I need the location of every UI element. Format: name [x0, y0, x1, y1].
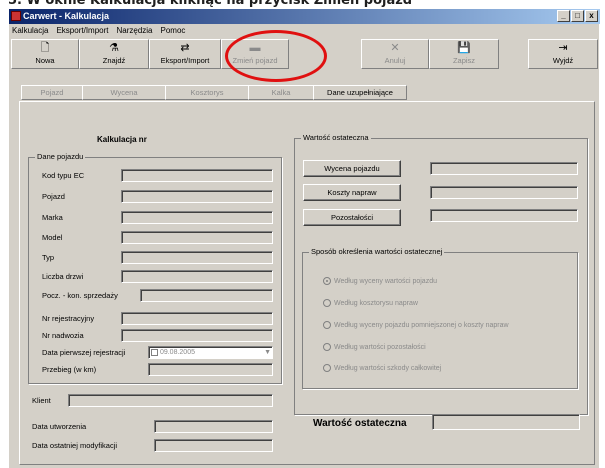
field-nr-rejestracyjny[interactable]	[121, 312, 273, 325]
menu-bar: Kalkulacja Eksport/Import Narzędzia Pomo…	[9, 25, 185, 37]
final-value-label: Wartość ostateczna	[313, 418, 407, 429]
label-data-pierwszej-rejestracji: Data pierwszej rejestracji	[42, 348, 126, 357]
window-title: Carwert - Kalkulacja	[23, 11, 110, 21]
radio-icon	[323, 343, 331, 351]
field-liczba-drzwi[interactable]	[121, 270, 273, 283]
method-label-repairs: Według kosztorysu napraw	[334, 299, 418, 307]
label-kod-typu-ec: Kod typu EC	[42, 171, 85, 180]
method-label-remains: Według wartości pozostałości	[334, 343, 426, 351]
field-przebieg[interactable]	[148, 363, 273, 376]
date-picker[interactable]: 09.08.2005 ▼	[148, 346, 273, 359]
tab-dane-uzupelniajace[interactable]: Dane uzupełniające	[313, 85, 407, 100]
tab-wycena[interactable]: Wycena	[82, 85, 166, 100]
tab-kalka[interactable]: Kalka	[248, 85, 314, 100]
new-button[interactable]: 🗋 Nowa	[11, 39, 79, 69]
final-value-legend: Wartość ostateczna	[301, 133, 371, 142]
title-bar: Carwert - Kalkulacja _ □ x	[9, 9, 600, 24]
export-import-button-label: Eksport/Import	[160, 56, 210, 65]
instruction-caption: 5. W oknie Kalkulacja kliknąć na przycis…	[8, 0, 413, 8]
field-model[interactable]	[121, 231, 273, 244]
label-data-utworzenia: Data utworzenia	[32, 422, 87, 431]
radio-icon	[323, 321, 331, 329]
cancel-icon: ✕	[390, 42, 400, 54]
method-label-reduced: Według wyceny pojazdu pomniejszonej o ko…	[334, 321, 509, 329]
chevron-down-icon[interactable]: ▼	[264, 347, 271, 358]
field-nr-nadwozia[interactable]	[121, 329, 273, 342]
label-nr-rejestracyjny: Nr rejestracyjny	[42, 314, 95, 323]
menu-eksport-import[interactable]: Eksport/Import	[56, 25, 108, 37]
tab-pojazd[interactable]: Pojazd	[21, 85, 83, 100]
label-klient: Klient	[32, 396, 51, 405]
save-button[interactable]: 💾 Zapisz	[429, 39, 499, 69]
toolbar-spacer-2	[499, 39, 528, 69]
method-label-total-loss: Według wartości szkody całkowitej	[334, 364, 442, 372]
highlight-circle	[225, 30, 327, 82]
field-sales-period[interactable]	[140, 289, 273, 302]
method-radio-total-loss[interactable]: Według wartości szkody całkowitej	[323, 364, 441, 372]
label-data-modyfikacji: Data ostatniej modyfikacji	[32, 441, 118, 450]
exit-button[interactable]: ⇥ Wyjdź	[528, 39, 598, 69]
field-marka[interactable]	[121, 211, 273, 224]
method-radio-repairs[interactable]: Według kosztorysu napraw	[323, 299, 418, 307]
date-checkbox[interactable]	[151, 348, 158, 356]
exit-icon: ⇥	[558, 42, 568, 54]
radio-selected-icon	[323, 277, 331, 285]
field-final-value[interactable]	[432, 414, 580, 430]
repair-costs-button[interactable]: Koszty napraw	[303, 184, 401, 201]
save-button-label: Zapisz	[452, 56, 476, 65]
field-repair-costs[interactable]	[430, 186, 578, 199]
menu-kalkulacja[interactable]: Kalkulacja	[12, 25, 48, 37]
maximize-button[interactable]: □	[571, 10, 584, 22]
field-kod-typu-ec[interactable]	[121, 169, 273, 182]
field-pojazd[interactable]	[121, 190, 273, 203]
main-panel: Kalkulacja nr Dane pojazdu Kod typu EC P…	[19, 101, 595, 465]
field-klient[interactable]	[68, 394, 273, 407]
field-data-utworzenia[interactable]	[154, 420, 273, 433]
menu-pomoc[interactable]: Pomoc	[161, 25, 186, 37]
export-import-icon: ⇄	[180, 42, 190, 54]
radio-icon	[323, 364, 331, 372]
label-nr-nadwozia: Nr nadwozia	[42, 331, 84, 340]
calculation-title: Kalkulacja nr	[97, 135, 147, 144]
field-typ[interactable]	[121, 251, 273, 264]
label-marka: Marka	[42, 213, 63, 222]
label-model: Model	[42, 233, 63, 242]
cancel-button[interactable]: ✕ Anuluj	[361, 39, 429, 69]
method-legend: Sposób określenia wartości ostatecznej	[309, 247, 445, 256]
label-liczba-drzwi: Liczba drzwi	[42, 272, 84, 281]
cancel-button-label: Anuluj	[384, 56, 406, 65]
find-button-label: Znajdź	[102, 56, 126, 65]
tab-strip: Pojazd Wycena Kosztorys Kalka Dane uzupe…	[21, 85, 407, 100]
app-window: Carwert - Kalkulacja _ □ x Kalkulacja Ek…	[8, 8, 600, 468]
exit-button-label: Wyjdź	[552, 56, 574, 65]
save-icon: 💾	[457, 42, 471, 54]
method-radio-remains[interactable]: Według wartości pozostałości	[323, 343, 426, 351]
field-vehicle-valuation[interactable]	[430, 162, 578, 175]
vehicle-valuation-button[interactable]: Wycena pojazdu	[303, 160, 401, 177]
app-icon	[11, 11, 21, 21]
radio-icon	[323, 299, 331, 307]
label-typ: Typ	[42, 253, 55, 262]
method-radio-reduced[interactable]: Według wyceny pojazdu pomniejszonej o ko…	[323, 321, 509, 329]
binoculars-icon: ⚗	[109, 42, 119, 54]
date-value: 09.08.2005	[159, 349, 195, 356]
field-remains[interactable]	[430, 209, 578, 222]
method-radio-valuation[interactable]: Według wyceny wartości pojazdu	[323, 277, 437, 285]
minimize-button[interactable]: _	[557, 10, 570, 22]
method-label-valuation: Według wyceny wartości pojazdu	[334, 277, 437, 285]
tab-kosztorys[interactable]: Kosztorys	[165, 85, 249, 100]
screenshot: 5. W oknie Kalkulacja kliknąć na przycis…	[0, 0, 605, 468]
export-import-button[interactable]: ⇄ Eksport/Import	[149, 39, 221, 69]
close-button[interactable]: x	[585, 10, 598, 22]
label-przebieg: Przebieg (w km)	[42, 365, 97, 374]
find-button[interactable]: ⚗ Znajdź	[79, 39, 149, 69]
remains-button[interactable]: Pozostałości	[303, 209, 401, 226]
new-document-icon: 🗋	[40, 42, 50, 54]
label-pojazd: Pojazd	[42, 192, 65, 201]
vehicle-data-legend: Dane pojazdu	[35, 152, 86, 161]
new-button-label: Nowa	[35, 56, 55, 65]
label-sales-period: Pocz. - kon. sprzedaży	[42, 291, 118, 300]
menu-narzedzia[interactable]: Narzędzia	[116, 25, 152, 37]
field-data-modyfikacji[interactable]	[154, 439, 273, 452]
